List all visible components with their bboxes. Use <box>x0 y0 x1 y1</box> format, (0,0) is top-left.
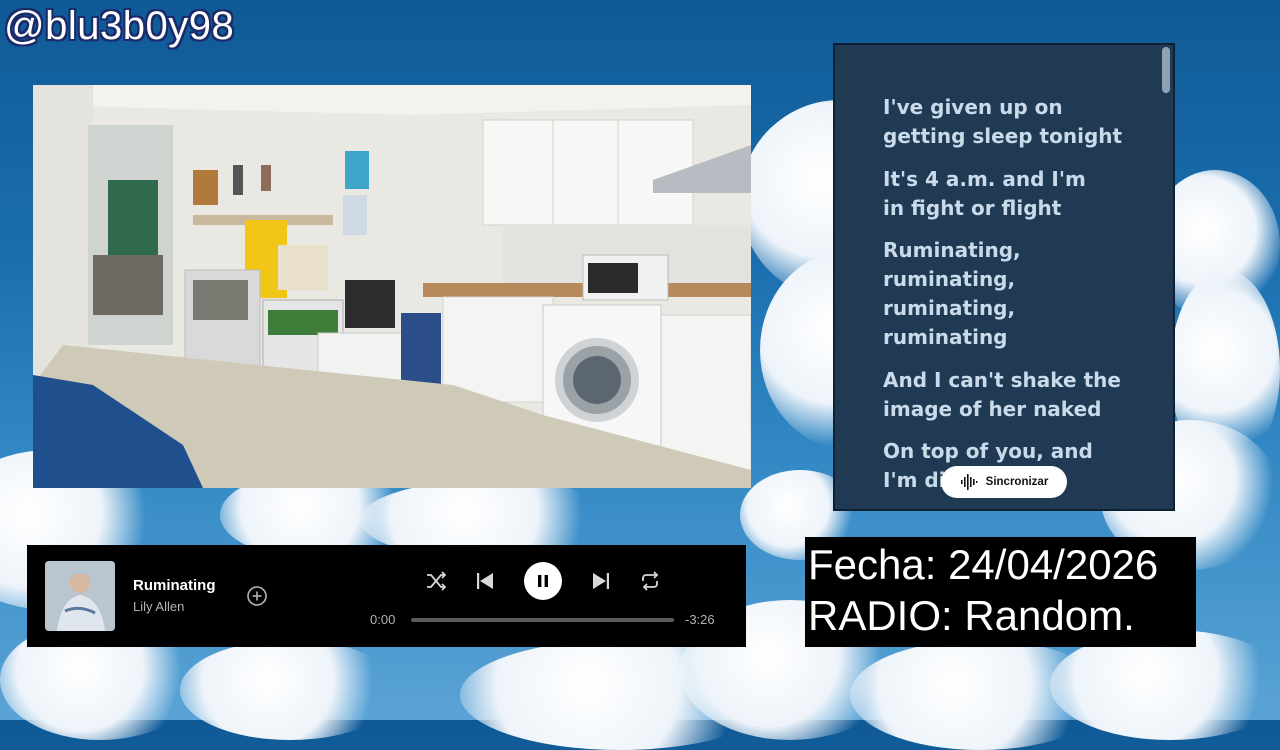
shuffle-icon[interactable] <box>424 569 448 593</box>
add-circle-icon[interactable] <box>246 585 268 607</box>
lyric-line: On top of you, and <box>883 439 1093 463</box>
lyric-line: image of her naked <box>883 397 1102 421</box>
lyrics-scrollbar[interactable] <box>1162 47 1170 93</box>
track-artist[interactable]: Lily Allen <box>133 599 184 614</box>
album-cover-image <box>45 561 115 631</box>
previous-icon[interactable] <box>473 569 497 593</box>
pause-icon <box>538 575 548 587</box>
track-title[interactable]: Ruminating <box>133 577 216 594</box>
soundwave-icon <box>960 474 978 490</box>
lyric-line: ruminating, <box>883 267 1016 291</box>
pause-button[interactable] <box>524 562 562 600</box>
lyric-line: ruminating <box>883 325 1008 349</box>
camera-feed <box>33 85 751 488</box>
lyrics-panel[interactable]: I've given up on getting sleep tonight I… <box>833 43 1175 511</box>
lyric-line: It's 4 a.m. and I'm <box>883 167 1086 191</box>
lyric-line: getting sleep tonight <box>883 124 1123 148</box>
progress-bar[interactable] <box>411 618 674 622</box>
music-player: Ruminating Lily Allen 0:00 -3:26 <box>27 545 746 647</box>
repeat-icon[interactable] <box>638 569 662 593</box>
lyric-line: ruminating, <box>883 296 1016 320</box>
lyric-line: Ruminating, <box>883 238 1021 262</box>
sync-button-label: Sincronizar <box>985 476 1049 488</box>
remaining-time: -3:26 <box>685 612 715 627</box>
lyric-line: I've given up on <box>883 95 1063 119</box>
info-box: Fecha: 24/04/2026 RADIO: Random. <box>805 537 1196 647</box>
kitchen-scene-image <box>33 85 751 488</box>
next-icon[interactable] <box>589 569 613 593</box>
radio-line: RADIO: Random. <box>808 592 1135 639</box>
lyric-line: And I can't shake the <box>883 368 1121 392</box>
sync-button[interactable]: Sincronizar <box>941 466 1067 498</box>
elapsed-time: 0:00 <box>370 612 396 627</box>
lyric-line: in fight or flight <box>883 196 1062 220</box>
date-line: Fecha: 24/04/2026 <box>808 541 1159 588</box>
channel-handle: @blu3b0y98 <box>4 4 235 48</box>
album-art[interactable] <box>45 561 115 631</box>
